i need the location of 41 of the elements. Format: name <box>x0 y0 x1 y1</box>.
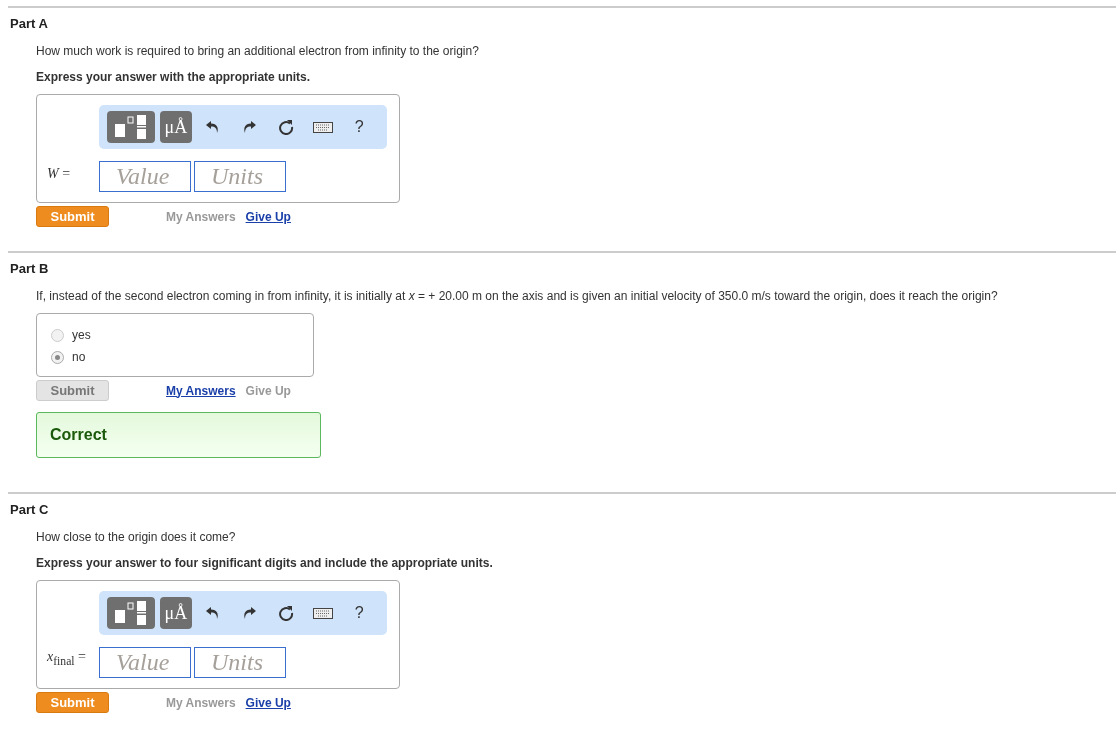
reset-icon <box>277 119 294 135</box>
reset-icon <box>277 605 294 621</box>
keyboard-icon <box>312 121 333 133</box>
feedback-banner: Correct <box>36 412 321 458</box>
part-title: Part B <box>10 261 50 276</box>
units-field[interactable]: Units <box>194 647 286 678</box>
units-field[interactable]: Units <box>194 161 286 192</box>
templates-icon <box>114 115 148 139</box>
templates-button[interactable] <box>107 597 155 629</box>
give-up-link[interactable]: Give Up <box>245 695 291 710</box>
redo-icon <box>242 120 257 134</box>
my-answers-link[interactable]: My Answers <box>166 209 236 224</box>
my-answers-link[interactable]: My Answers <box>166 695 236 710</box>
undo-icon <box>205 606 220 620</box>
part-title: Part C <box>10 502 50 517</box>
radio-button[interactable] <box>51 350 64 364</box>
give-up-link[interactable]: Give Up <box>245 209 291 224</box>
units-button[interactable]: μÅ <box>160 111 192 143</box>
value-field[interactable]: Value <box>99 161 191 192</box>
option-label: yes <box>72 328 91 342</box>
question-text: If, instead of the second electron coming in from infinity, it is initially at x = + 20.00 m on the axis and is given an initial velocity of 350.0 m/s toward the origin, does it reach the origin? <box>36 289 999 303</box>
question-text: How close to the origin does it come? <box>36 530 237 544</box>
instruction-text: Express your answer to four significant digits and include the appropriate units. <box>36 556 494 570</box>
instruction-text: Express your answer with the appropriate units. <box>36 70 312 84</box>
question-text: How much work is required to bring an additional electron from infinity to the origin? <box>36 44 480 58</box>
option-label: no <box>72 350 86 364</box>
give-up-link[interactable]: Give Up <box>245 383 291 398</box>
keyboard-icon <box>312 607 333 619</box>
help-button[interactable]: ? <box>343 112 376 142</box>
templates-button[interactable] <box>107 111 155 143</box>
part-title: Part A <box>10 16 49 31</box>
redo-icon <box>242 606 257 620</box>
value-field[interactable]: Value <box>99 647 191 678</box>
radio-button[interactable] <box>51 328 64 342</box>
help-button[interactable]: ? <box>343 598 376 628</box>
templates-icon <box>114 601 148 625</box>
undo-icon <box>205 120 220 134</box>
units-button[interactable]: μÅ <box>160 597 192 629</box>
my-answers-link[interactable]: My Answers <box>166 383 236 398</box>
variable-label: W = <box>47 166 72 183</box>
variable-label: x$_{final}$ = <box>47 649 87 670</box>
